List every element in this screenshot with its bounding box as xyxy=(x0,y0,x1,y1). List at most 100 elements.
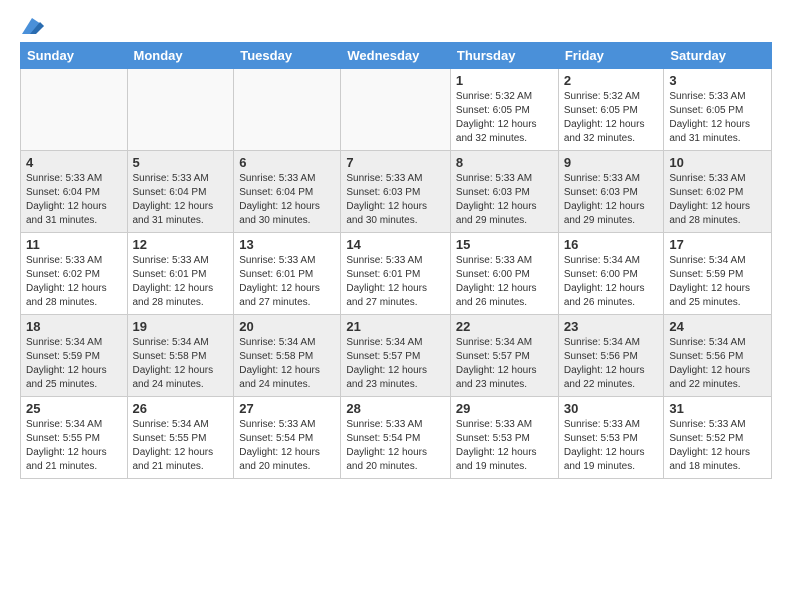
calendar-cell: 19 Sunrise: 5:34 AM Sunset: 5:58 PM Dayli… xyxy=(127,315,234,397)
day-number: 20 xyxy=(239,319,335,334)
day-info: Sunrise: 5:33 AM Sunset: 5:54 PM Dayligh… xyxy=(239,418,335,474)
day-number: 14 xyxy=(346,237,445,252)
calendar-cell: 23 Sunrise: 5:34 AM Sunset: 5:56 PM Dayli… xyxy=(558,315,664,397)
week-row-1: 1Sunrise: 5:32 AM Sunset: 6:05 PM Daylig… xyxy=(21,69,772,151)
day-info: Sunrise: 5:34 AM Sunset: 5:55 PM Dayligh… xyxy=(133,418,229,474)
calendar-cell: 15 Sunrise: 5:33 AM Sunset: 6:00 PM Dayli… xyxy=(450,233,558,315)
day-header-friday: Friday xyxy=(558,43,664,69)
day-info: Sunrise: 5:33 AM Sunset: 6:04 PM Dayligh… xyxy=(26,172,122,228)
calendar-cell: 17 Sunrise: 5:34 AM Sunset: 5:59 PM Dayli… xyxy=(664,233,772,315)
day-info: Sunrise: 5:33 AM Sunset: 6:01 PM Dayligh… xyxy=(133,254,229,310)
week-row-3: 11 Sunrise: 5:33 AM Sunset: 6:02 PM Dayli… xyxy=(21,233,772,315)
day-info: Sunrise: 5:33 AM Sunset: 5:52 PM Dayligh… xyxy=(669,418,766,474)
day-header-monday: Monday xyxy=(127,43,234,69)
calendar-cell: 16Sunrise: 5:34 AM Sunset: 6:00 PM Dayli… xyxy=(558,233,664,315)
day-number: 18 xyxy=(26,319,122,334)
day-info: Sunrise: 5:34 AM Sunset: 5:57 PM Dayligh… xyxy=(346,336,445,392)
day-header-thursday: Thursday xyxy=(450,43,558,69)
day-number: 12 xyxy=(133,237,229,252)
day-number: 17 xyxy=(669,237,766,252)
day-info: Sunrise: 5:34 AM Sunset: 5:56 PM Dayligh… xyxy=(564,336,659,392)
calendar-cell: 6 Sunrise: 5:33 AM Sunset: 6:04 PM Daylig… xyxy=(234,151,341,233)
day-number: 9 xyxy=(564,155,659,170)
day-number: 6 xyxy=(239,155,335,170)
day-number: 4 xyxy=(26,155,122,170)
day-info: Sunrise: 5:33 AM Sunset: 6:03 PM Dayligh… xyxy=(564,172,659,228)
day-info: Sunrise: 5:33 AM Sunset: 6:02 PM Dayligh… xyxy=(669,172,766,228)
day-info: Sunrise: 5:33 AM Sunset: 6:03 PM Dayligh… xyxy=(346,172,445,228)
calendar-cell: 12 Sunrise: 5:33 AM Sunset: 6:01 PM Dayli… xyxy=(127,233,234,315)
header-row: SundayMondayTuesdayWednesdayThursdayFrid… xyxy=(21,43,772,69)
day-number: 26 xyxy=(133,401,229,416)
day-number: 29 xyxy=(456,401,553,416)
day-number: 31 xyxy=(669,401,766,416)
calendar-cell xyxy=(127,69,234,151)
day-number: 11 xyxy=(26,237,122,252)
day-info: Sunrise: 5:33 AM Sunset: 6:00 PM Dayligh… xyxy=(456,254,553,310)
day-number: 2 xyxy=(564,73,659,88)
day-info: Sunrise: 5:34 AM Sunset: 5:58 PM Dayligh… xyxy=(133,336,229,392)
day-number: 30 xyxy=(564,401,659,416)
day-number: 3 xyxy=(669,73,766,88)
day-info: Sunrise: 5:34 AM Sunset: 5:59 PM Dayligh… xyxy=(26,336,122,392)
week-row-2: 4 Sunrise: 5:33 AM Sunset: 6:04 PM Daylig… xyxy=(21,151,772,233)
day-info: Sunrise: 5:34 AM Sunset: 5:56 PM Dayligh… xyxy=(669,336,766,392)
day-header-tuesday: Tuesday xyxy=(234,43,341,69)
calendar-cell: 14 Sunrise: 5:33 AM Sunset: 6:01 PM Dayli… xyxy=(341,233,451,315)
calendar-cell: 18 Sunrise: 5:34 AM Sunset: 5:59 PM Dayli… xyxy=(21,315,128,397)
calendar-cell: 27 Sunrise: 5:33 AM Sunset: 5:54 PM Dayli… xyxy=(234,397,341,479)
calendar-cell: 4 Sunrise: 5:33 AM Sunset: 6:04 PM Daylig… xyxy=(21,151,128,233)
calendar-cell: 26 Sunrise: 5:34 AM Sunset: 5:55 PM Dayli… xyxy=(127,397,234,479)
calendar-cell: 8 Sunrise: 5:33 AM Sunset: 6:03 PM Daylig… xyxy=(450,151,558,233)
day-info: Sunrise: 5:33 AM Sunset: 6:04 PM Dayligh… xyxy=(239,172,335,228)
day-info: Sunrise: 5:32 AM Sunset: 6:05 PM Dayligh… xyxy=(456,90,553,146)
day-info: Sunrise: 5:33 AM Sunset: 6:03 PM Dayligh… xyxy=(456,172,553,228)
day-info: Sunrise: 5:33 AM Sunset: 6:01 PM Dayligh… xyxy=(239,254,335,310)
day-info: Sunrise: 5:34 AM Sunset: 5:57 PM Dayligh… xyxy=(456,336,553,392)
day-number: 21 xyxy=(346,319,445,334)
calendar-table: SundayMondayTuesdayWednesdayThursdayFrid… xyxy=(20,42,772,479)
day-number: 13 xyxy=(239,237,335,252)
week-row-5: 25 Sunrise: 5:34 AM Sunset: 5:55 PM Dayli… xyxy=(21,397,772,479)
day-number: 28 xyxy=(346,401,445,416)
day-number: 15 xyxy=(456,237,553,252)
calendar-cell: 1Sunrise: 5:32 AM Sunset: 6:05 PM Daylig… xyxy=(450,69,558,151)
day-info: Sunrise: 5:33 AM Sunset: 6:04 PM Dayligh… xyxy=(133,172,229,228)
logo-icon xyxy=(22,18,44,34)
day-number: 23 xyxy=(564,319,659,334)
day-info: Sunrise: 5:33 AM Sunset: 6:01 PM Dayligh… xyxy=(346,254,445,310)
day-info: Sunrise: 5:33 AM Sunset: 5:53 PM Dayligh… xyxy=(564,418,659,474)
day-number: 10 xyxy=(669,155,766,170)
day-info: Sunrise: 5:33 AM Sunset: 5:54 PM Dayligh… xyxy=(346,418,445,474)
day-header-sunday: Sunday xyxy=(21,43,128,69)
day-info: Sunrise: 5:34 AM Sunset: 5:59 PM Dayligh… xyxy=(669,254,766,310)
day-info: Sunrise: 5:34 AM Sunset: 5:55 PM Dayligh… xyxy=(26,418,122,474)
calendar-header: SundayMondayTuesdayWednesdayThursdayFrid… xyxy=(21,43,772,69)
day-number: 7 xyxy=(346,155,445,170)
calendar-cell: 3 Sunrise: 5:33 AM Sunset: 6:05 PM Daylig… xyxy=(664,69,772,151)
calendar-cell: 29Sunrise: 5:33 AM Sunset: 5:53 PM Dayli… xyxy=(450,397,558,479)
day-info: Sunrise: 5:34 AM Sunset: 5:58 PM Dayligh… xyxy=(239,336,335,392)
day-number: 16 xyxy=(564,237,659,252)
calendar-cell: 11 Sunrise: 5:33 AM Sunset: 6:02 PM Dayli… xyxy=(21,233,128,315)
calendar-cell xyxy=(21,69,128,151)
calendar-cell: 20 Sunrise: 5:34 AM Sunset: 5:58 PM Dayli… xyxy=(234,315,341,397)
calendar-cell: 5Sunrise: 5:33 AM Sunset: 6:04 PM Daylig… xyxy=(127,151,234,233)
calendar-cell: 21 Sunrise: 5:34 AM Sunset: 5:57 PM Dayli… xyxy=(341,315,451,397)
calendar-cell xyxy=(341,69,451,151)
day-number: 27 xyxy=(239,401,335,416)
day-number: 8 xyxy=(456,155,553,170)
calendar-cell: 22Sunrise: 5:34 AM Sunset: 5:57 PM Dayli… xyxy=(450,315,558,397)
logo xyxy=(20,16,44,34)
day-info: Sunrise: 5:32 AM Sunset: 6:05 PM Dayligh… xyxy=(564,90,659,146)
header xyxy=(20,16,772,34)
day-number: 19 xyxy=(133,319,229,334)
day-info: Sunrise: 5:33 AM Sunset: 6:05 PM Dayligh… xyxy=(669,90,766,146)
day-header-saturday: Saturday xyxy=(664,43,772,69)
day-header-wednesday: Wednesday xyxy=(341,43,451,69)
calendar-cell: 10 Sunrise: 5:33 AM Sunset: 6:02 PM Dayli… xyxy=(664,151,772,233)
day-number: 25 xyxy=(26,401,122,416)
day-info: Sunrise: 5:33 AM Sunset: 6:02 PM Dayligh… xyxy=(26,254,122,310)
calendar-cell: 25 Sunrise: 5:34 AM Sunset: 5:55 PM Dayli… xyxy=(21,397,128,479)
calendar-cell: 13 Sunrise: 5:33 AM Sunset: 6:01 PM Dayli… xyxy=(234,233,341,315)
